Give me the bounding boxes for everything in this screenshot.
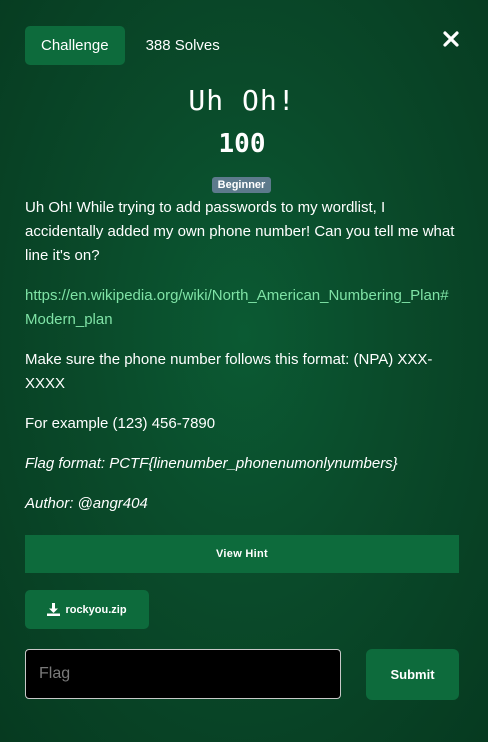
tab-challenge[interactable]: Challenge [25,26,125,65]
close-icon[interactable] [442,30,460,48]
download-icon [47,603,61,616]
format-note: Make sure the phone number follows this … [25,351,433,392]
challenge-points: 100 [218,129,266,159]
submit-button[interactable]: Submit [366,649,459,700]
header-tabs: Challenge 388 Solves [25,26,220,65]
challenge-title: Uh Oh! [188,84,296,117]
file-download-button[interactable]: rockyou.zip [25,590,149,629]
challenge-description: Uh Oh! While trying to add passwords to … [25,199,455,264]
tab-solves[interactable]: 388 Solves [146,37,220,54]
flag-format: Flag format: PCTF{linenumber_phonenumonl… [25,455,398,472]
file-name: rockyou.zip [65,603,127,616]
difficulty-badge: Beginner [212,177,271,193]
example-text: For example (123) 456-7890 [25,415,216,432]
flag-input[interactable] [25,649,341,699]
view-hint-button[interactable]: View Hint [25,535,459,573]
reference-link[interactable]: https://en.wikipedia.org/wiki/North_Amer… [25,284,457,332]
author: Author: @angr404 [25,495,148,512]
